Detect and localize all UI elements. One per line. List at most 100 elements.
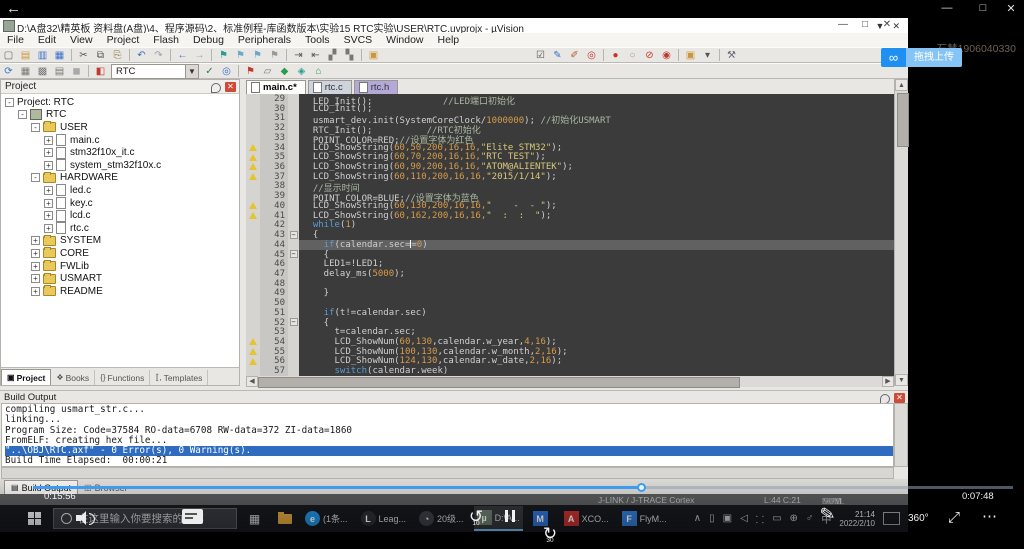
console-horizontal-scrollbar[interactable] (1, 467, 894, 479)
window-select-icon[interactable]: ▣ (683, 49, 698, 62)
code-line[interactable]: 29 LED_Init(); //LED端口初始化 (246, 94, 894, 104)
tab-close-icon[interactable]: ✕ (892, 21, 900, 32)
tree-item[interactable]: -HARDWARE (1, 172, 239, 185)
expand-icon[interactable]: + (44, 148, 53, 157)
close-icon[interactable]: ✕ (894, 393, 905, 403)
stop-build-icon[interactable]: ◼ (69, 65, 84, 78)
tray-network-icon[interactable]: ⸬ (756, 512, 764, 526)
expand-icon[interactable]: + (44, 136, 53, 145)
open-file-icon[interactable]: ▤ (18, 49, 33, 62)
tree-item[interactable]: +system_stm32f10x.c (1, 159, 239, 172)
menu-project[interactable]: Project (100, 34, 147, 46)
tray-display-icon[interactable]: ▣ (723, 513, 732, 524)
tree-item[interactable]: +CORE (1, 247, 239, 260)
taskbar-flymcu[interactable]: FFlyM... (619, 506, 670, 531)
danmaku-icon[interactable] (182, 509, 203, 524)
rebuild-icon[interactable]: ▩ (35, 65, 50, 78)
seek-bar[interactable] (33, 486, 1013, 489)
menu-window[interactable]: Window (379, 34, 430, 46)
menu-tools[interactable]: Tools (298, 34, 337, 46)
close-icon[interactable]: ✕ (225, 82, 236, 92)
debug-session-icon[interactable]: ⌂ (311, 65, 326, 78)
taskbar-clock[interactable]: 21:14 2022/2/10 (839, 510, 875, 528)
redo-icon[interactable]: ↷ (151, 49, 166, 62)
undo-icon[interactable]: ↶ (134, 49, 149, 62)
menu-file[interactable]: File (0, 34, 31, 46)
code-editor[interactable]: 29 LED_Init(); //LED端口初始化30 LCD_Init();3… (246, 94, 894, 376)
panel-tab-books[interactable]: ❖Books (51, 370, 95, 385)
player-close-button[interactable]: ✕ (1000, 2, 1022, 15)
player-minimize-button[interactable]: — (936, 2, 958, 14)
window-dropdown-icon[interactable]: ▾ (700, 49, 715, 62)
collapse-icon[interactable]: - (31, 123, 40, 132)
tree-item[interactable]: +lcd.c (1, 209, 239, 222)
chevron-down-icon[interactable]: ▼ (185, 65, 198, 78)
show-desktop-button[interactable] (883, 512, 900, 525)
taskbar-xcom[interactable]: AXCO... (561, 506, 612, 531)
tray-pin-icon[interactable]: ▯ (709, 513, 715, 524)
pause-button[interactable] (505, 510, 515, 522)
tray-battery-icon[interactable]: ▭ (772, 513, 781, 524)
open-project-icon[interactable]: ▣ (366, 49, 381, 62)
rewind-10-button[interactable]: ↺10 (466, 508, 486, 525)
expand-icon[interactable]: + (44, 161, 53, 170)
code-line[interactable]: 52− { (246, 318, 894, 328)
options-for-target-icon[interactable]: ✓ (202, 65, 217, 78)
expand-icon[interactable]: + (44, 186, 53, 195)
expand-icon[interactable]: + (44, 199, 53, 208)
tree-item[interactable]: -USER (1, 121, 239, 134)
tree-item[interactable]: +rtc.c (1, 222, 239, 235)
rotate-360-button[interactable]: 360° (908, 513, 929, 524)
tree-item[interactable]: +README (1, 285, 239, 298)
code-line[interactable]: 40 LCD_ShowString(60,130,200,16,16," - -… (246, 201, 894, 211)
nav-forward-icon[interactable]: → (192, 49, 207, 62)
panel-tab-project[interactable]: ▣Project (1, 369, 51, 385)
fullscreen-button[interactable]: ⤢ (948, 509, 960, 526)
code-line[interactable]: 53 t=calendar.sec; (246, 327, 894, 337)
taskbar-task-view[interactable]: ▦ (244, 506, 268, 531)
taskbar-explorer[interactable] (275, 506, 295, 531)
scroll-right-icon[interactable]: ▶ (882, 376, 894, 387)
collapse-icon[interactable]: - (31, 173, 40, 182)
volume-icon[interactable] (76, 510, 98, 526)
expand-icon[interactable]: + (31, 236, 40, 245)
flag-icon[interactable]: ⚑ (243, 65, 258, 78)
bookmark-clear-icon[interactable]: ⚑ (267, 49, 282, 62)
build-icon[interactable]: ▦ (18, 65, 33, 78)
editor-tab-rtc.h[interactable]: rtc.h (354, 80, 398, 94)
copy-icon[interactable]: ⧉ (93, 49, 108, 62)
code-line[interactable]: 39 POINT_COLOR=BLUE;//设置字体为蓝色 (246, 191, 894, 201)
expand-icon[interactable]: + (31, 249, 40, 258)
breakpoint-disable-icon[interactable]: ○ (625, 49, 640, 62)
code-line[interactable]: 49 } (246, 288, 894, 298)
tray-volume-icon[interactable]: ◁ (740, 513, 748, 524)
uncomment-icon[interactable]: ▚ (342, 49, 357, 62)
code-line[interactable]: 57 switch(calendar.week) (246, 366, 894, 376)
download-icon[interactable]: ◧ (93, 65, 108, 78)
code-line[interactable]: 42 while(1) (246, 220, 894, 230)
manage-runtime-icon[interactable]: ◆ (277, 65, 292, 78)
paste-icon[interactable]: ⎘ (110, 49, 125, 62)
code-line[interactable]: 37 LCD_ShowString(60,110,200,16,16,"2015… (246, 172, 894, 182)
tree-item[interactable]: +FWLib (1, 260, 239, 273)
code-line[interactable]: 33 POINT_COLOR=RED;//设置字体为红色 (246, 133, 894, 143)
tree-item[interactable]: +USMART (1, 272, 239, 285)
file-extensions-icon[interactable]: ◎ (219, 65, 234, 78)
cut-icon[interactable]: ✂ (76, 49, 91, 62)
expand-icon[interactable]: + (31, 274, 40, 283)
player-maximize-button[interactable]: □ (972, 2, 994, 14)
scroll-up-icon[interactable]: ▲ (895, 79, 908, 91)
nav-back-icon[interactable]: ← (175, 49, 190, 62)
code-line[interactable]: 50 (246, 298, 894, 308)
scrollbar-thumb[interactable] (897, 93, 909, 147)
translate-icon[interactable]: ⟳ (1, 65, 16, 78)
code-line[interactable]: 48 (246, 279, 894, 289)
code-line[interactable]: 45− { (246, 250, 894, 260)
find-icon[interactable]: ◎ (584, 49, 599, 62)
outdent-icon[interactable]: ⇤ (308, 49, 323, 62)
taskbar-group[interactable]: ◔20级... (416, 506, 467, 531)
tray-pen-icon[interactable]: ♂ (806, 513, 814, 524)
fold-collapse-icon[interactable]: − (290, 231, 298, 239)
taskbar-league[interactable]: LLeag... (358, 506, 410, 531)
code-line[interactable]: 32 RTC_Init(); //RTC初始化 (246, 123, 894, 133)
